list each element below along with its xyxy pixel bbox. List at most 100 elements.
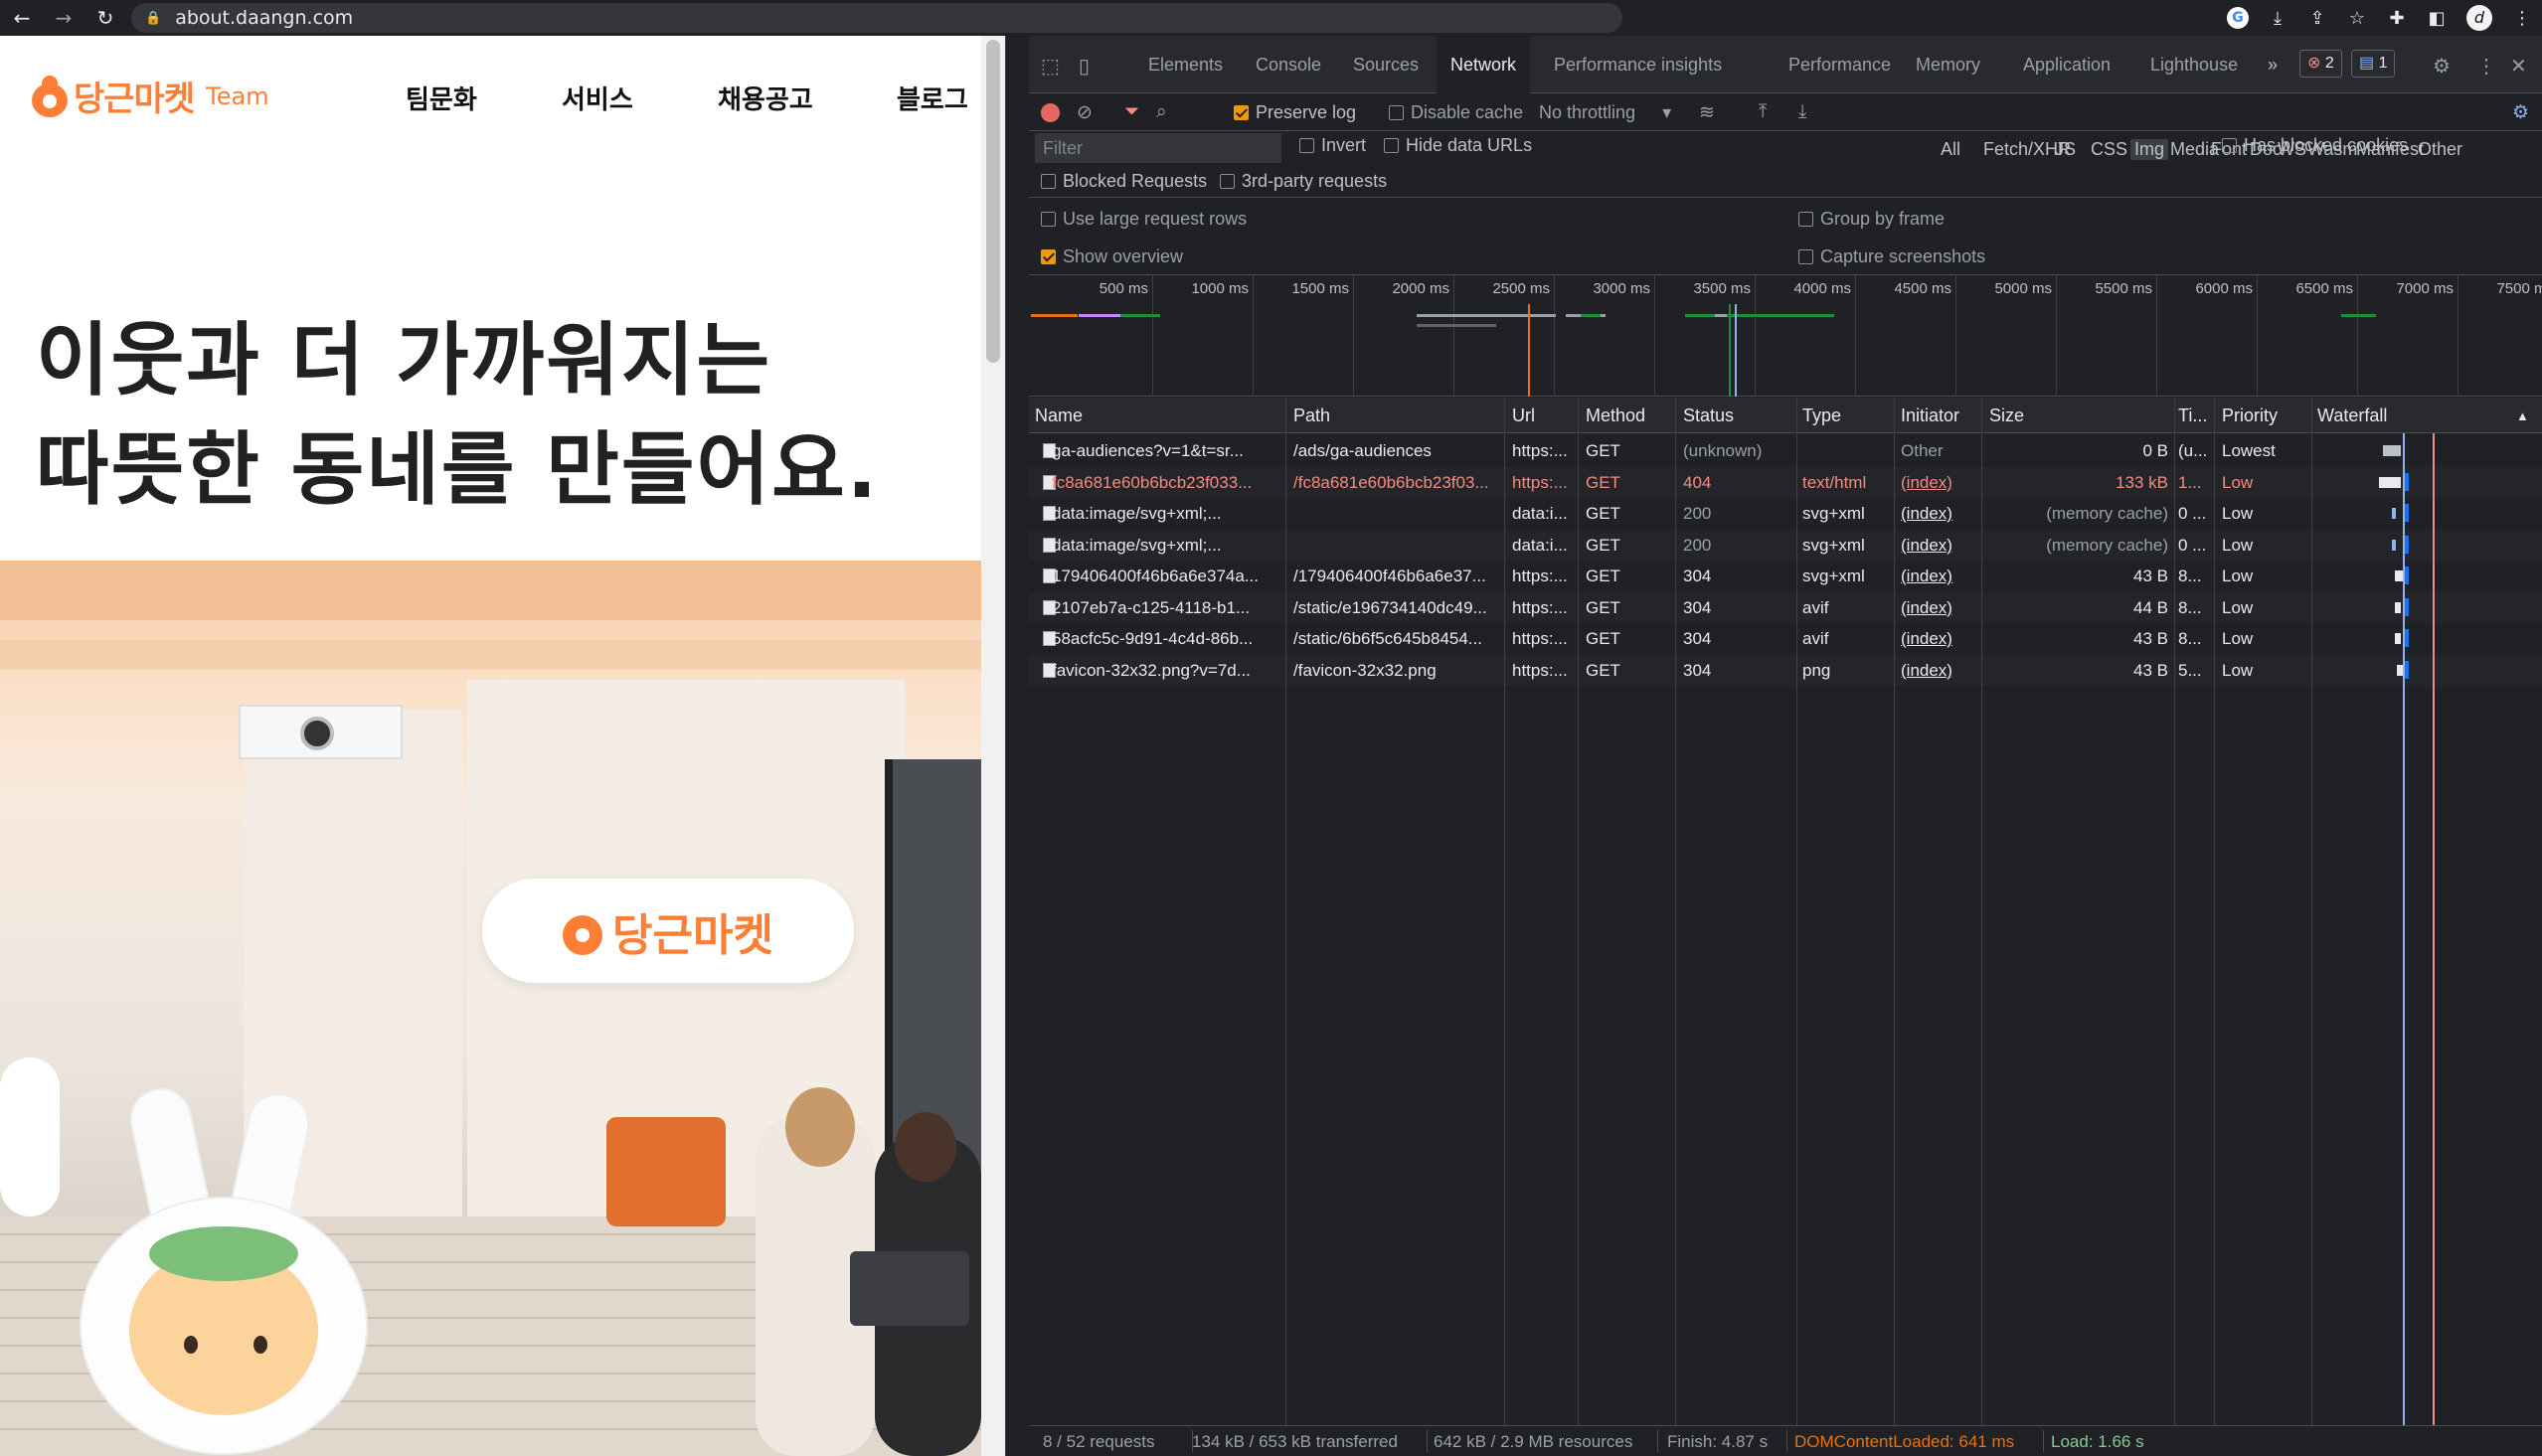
cell-initiator[interactable]: (index) — [1901, 473, 1978, 493]
network-overview[interactable]: 500 ms 1000 ms 1500 ms 2000 ms 2500 ms 3000 m… — [1029, 274, 2542, 397]
table-row[interactable]: 58acfc5c-9d91-4c4d-86b... /static/6b6f5c6… — [1029, 623, 2542, 654]
reload-icon[interactable]: ↻ — [93, 6, 117, 30]
nav-blog[interactable]: 블로그 — [897, 80, 968, 116]
col-size[interactable]: Size — [1989, 405, 2024, 426]
capture-screenshots-checkbox[interactable]: Capture screenshots — [1798, 246, 1985, 267]
col-name[interactable]: Name — [1035, 405, 1083, 426]
col-url[interactable]: Url — [1512, 405, 1535, 426]
throttling-select[interactable]: No throttling ▾ — [1539, 102, 1671, 123]
tab-elements[interactable]: Elements — [1148, 36, 1223, 93]
table-row[interactable]: ga-audiences?v=1&t=sr... /ads/ga-audience… — [1029, 435, 2542, 466]
tab-application[interactable]: Application — [2023, 36, 2111, 93]
filter-input[interactable]: Filter — [1035, 133, 1281, 163]
device-toolbar-icon[interactable]: ▯ — [1079, 54, 1090, 79]
column-divider[interactable] — [2174, 398, 2175, 1425]
sort-ascending-icon[interactable]: ▲ — [2516, 408, 2529, 423]
cell-initiator[interactable]: (index) — [1901, 661, 1978, 681]
table-row[interactable]: data:image/svg+xml;... data:i... GET 200 svg… — [1029, 498, 2542, 529]
filter-type-css[interactable]: CSS — [2091, 139, 2127, 160]
tab-console[interactable]: Console — [1256, 36, 1321, 93]
column-divider[interactable] — [1285, 398, 1286, 1425]
column-divider[interactable] — [2311, 398, 2312, 1425]
filter-funnel-icon[interactable]: ⏷ — [1124, 101, 1139, 123]
filter-type-all[interactable]: All — [1941, 139, 1960, 160]
col-time[interactable]: Ti... — [2178, 405, 2207, 426]
invert-checkbox[interactable]: Invert — [1299, 135, 1366, 156]
filter-type-img[interactable]: Img — [2130, 139, 2169, 160]
back-icon[interactable]: ← — [10, 6, 34, 30]
col-waterfall[interactable]: Waterfall — [2317, 405, 2387, 426]
error-badge[interactable]: ⊗ 2 — [2299, 50, 2342, 78]
preserve-log-checkbox[interactable]: Preserve log — [1234, 102, 1356, 123]
col-priority[interactable]: Priority — [2222, 405, 2278, 426]
third-party-checkbox[interactable]: 3rd-party requests — [1220, 171, 1387, 192]
table-row[interactable]: 179406400f46b6a6e374a... /179406400f46b6a… — [1029, 561, 2542, 591]
table-row[interactable]: 2107eb7a-c125-4118-b1... /static/e1967341… — [1029, 591, 2542, 623]
export-har-icon[interactable]: ⤓ — [1798, 101, 1806, 123]
tab-performance[interactable]: Performance — [1788, 36, 1891, 93]
nav-recruit[interactable]: 채용공고 — [718, 80, 813, 116]
column-divider[interactable] — [1578, 398, 1579, 1425]
blocked-requests-checkbox[interactable]: Blocked Requests — [1041, 171, 1207, 192]
nav-team-culture[interactable]: 팀문화 — [406, 80, 477, 116]
table-row[interactable]: fc8a681e60b6bcb23f033... /fc8a681e60b6bcb… — [1029, 466, 2542, 498]
cell-initiator[interactable]: (index) — [1901, 536, 1978, 556]
tab-network[interactable]: Network — [1437, 36, 1531, 93]
tab-performance-insights[interactable]: Performance insights — [1554, 36, 1722, 93]
show-overview-checkbox[interactable]: Show overview — [1041, 246, 1183, 267]
side-panel-icon[interactable]: ◧ — [2417, 8, 2457, 29]
inspect-element-icon[interactable]: ⬚ — [1041, 54, 1060, 79]
large-rows-checkbox[interactable]: Use large request rows — [1041, 209, 1247, 230]
cell-initiator[interactable]: (index) — [1901, 504, 1978, 524]
download-icon[interactable]: ⤓ — [2258, 8, 2297, 29]
cell-initiator[interactable]: (index) — [1901, 566, 1978, 586]
column-divider[interactable] — [2214, 398, 2215, 1425]
menu-dots-icon[interactable]: ⋮ — [2502, 8, 2542, 29]
col-status[interactable]: Status — [1683, 405, 1734, 426]
column-divider[interactable] — [1981, 398, 1982, 1425]
google-icon[interactable]: G — [2227, 7, 2249, 29]
clear-icon[interactable]: ⊘ — [1077, 101, 1093, 124]
network-settings-icon[interactable]: ⚙ — [2512, 101, 2529, 124]
table-row[interactable]: data:image/svg+xml;... data:i... GET 200 svg… — [1029, 529, 2542, 561]
cell-initiator[interactable]: (index) — [1901, 629, 1978, 649]
hide-data-urls-checkbox[interactable]: Hide data URLs — [1384, 135, 1532, 156]
col-path[interactable]: Path — [1293, 405, 1330, 426]
column-divider[interactable] — [1796, 398, 1797, 1425]
share-icon[interactable]: ⇪ — [2297, 8, 2337, 29]
cell-initiator[interactable]: (index) — [1901, 598, 1978, 618]
more-tabs-icon[interactable]: » — [2268, 36, 2278, 93]
settings-gear-icon[interactable]: ⚙ — [2433, 54, 2451, 79]
search-icon[interactable]: ⌕ — [1156, 101, 1167, 123]
column-divider[interactable] — [1894, 398, 1895, 1425]
extensions-icon[interactable]: ✚ — [2377, 8, 2417, 29]
has-blocked-cookies-checkbox[interactable]: Has blocked cookies — [2222, 135, 2408, 156]
forward-icon[interactable]: → — [52, 6, 76, 30]
disable-cache-checkbox[interactable]: Disable cache — [1389, 102, 1523, 123]
table-row[interactable]: favicon-32x32.png?v=7d... /favicon-32x32.… — [1029, 654, 2542, 686]
column-divider[interactable] — [1504, 398, 1505, 1425]
close-devtools-icon[interactable]: ✕ — [2510, 54, 2527, 79]
message-badge[interactable]: ▤ 1 — [2351, 50, 2396, 78]
tab-lighthouse[interactable]: Lighthouse — [2150, 36, 2238, 93]
record-icon[interactable] — [1041, 103, 1060, 122]
filter-type-js[interactable]: JS — [2055, 139, 2076, 160]
column-divider[interactable] — [1675, 398, 1676, 1425]
col-method[interactable]: Method — [1586, 405, 1645, 426]
group-by-frame-checkbox[interactable]: Group by frame — [1798, 209, 1945, 230]
import-har-icon[interactable]: ⤒ — [1759, 101, 1767, 123]
nav-service[interactable]: 서비스 — [562, 80, 633, 116]
devtools-menu-icon[interactable]: ⋮ — [2476, 54, 2496, 79]
devtools-resizer[interactable] — [1005, 36, 1029, 1456]
page-scrollbar[interactable] — [981, 36, 1005, 1456]
bookmark-star-icon[interactable]: ☆ — [2337, 8, 2377, 29]
network-conditions-icon[interactable]: ≋ — [1699, 101, 1715, 124]
col-initiator[interactable]: Initiator — [1901, 405, 1959, 426]
site-logo[interactable]: 당근마켓 Team — [32, 72, 269, 120]
filter-type-other[interactable]: Other — [2418, 139, 2462, 160]
col-type[interactable]: Type — [1802, 405, 1841, 426]
profile-avatar[interactable]: d — [2466, 5, 2492, 31]
tab-sources[interactable]: Sources — [1353, 36, 1419, 93]
tab-memory[interactable]: Memory — [1916, 36, 1980, 93]
address-bar[interactable]: 🔒 about.daangn.com — [131, 3, 1622, 33]
